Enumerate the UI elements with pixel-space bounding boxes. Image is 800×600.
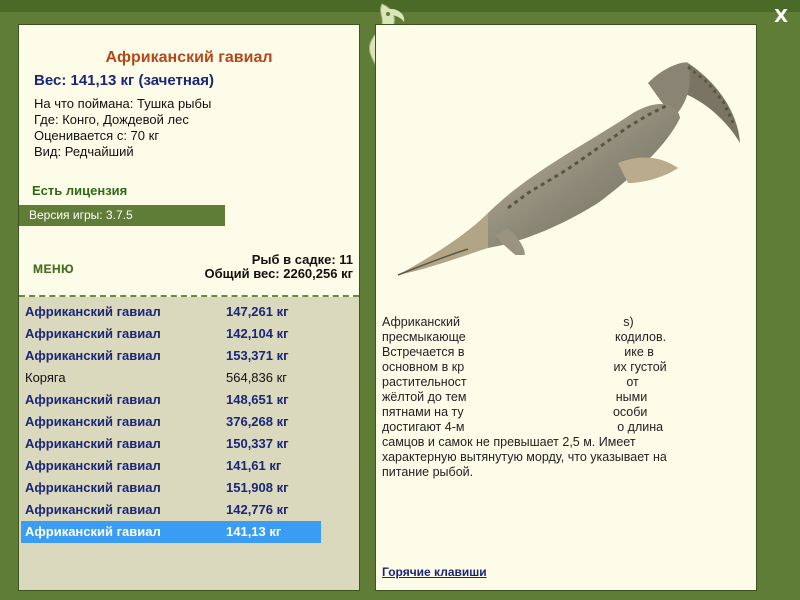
- item-name: Африканский гавиал: [25, 502, 161, 517]
- list-item[interactable]: Африканский гавиал 151,908 кг: [21, 477, 321, 499]
- fish-description: Африканский s) пресмыкающе кодилов. Встр…: [382, 315, 748, 480]
- catch-list: Африканский гавиал 147,261 кг Африканский…: [19, 297, 359, 590]
- item-weight: 141,13 кг: [226, 524, 282, 539]
- item-weight: 564,836 кг: [226, 370, 288, 385]
- fish-info-panel: Африканский s) пресмыкающе кодилов. Встр…: [375, 24, 757, 591]
- detail-species-rarity: Вид: Редчайший: [34, 144, 134, 159]
- list-item[interactable]: Африканский гавиал 148,651 кг: [21, 389, 321, 411]
- item-weight: 142,104 кг: [226, 326, 289, 341]
- item-weight: 148,651 кг: [226, 392, 289, 407]
- item-weight: 153,371 кг: [226, 348, 289, 363]
- item-weight: 376,268 кг: [226, 414, 289, 429]
- item-name: Африканский гавиал: [25, 414, 161, 429]
- description-line: Встречается в ике в: [382, 345, 654, 359]
- description-line: питание рыбой.: [382, 465, 474, 479]
- description-line: Африканский s): [382, 315, 634, 329]
- item-name: Коряга: [25, 370, 66, 385]
- list-item-selected[interactable]: Африканский гавиал 141,13 кг: [21, 521, 321, 543]
- fish-in-cage-count: Рыб в садке: 11: [251, 252, 353, 267]
- list-item[interactable]: Африканский гавиал 141,61 кг: [21, 455, 321, 477]
- item-name: Африканский гавиал: [25, 392, 161, 407]
- item-name: Африканский гавиал: [25, 348, 161, 363]
- item-weight: 141,61 кг: [226, 458, 282, 473]
- detail-bait: На что поймана: Тушка рыбы: [34, 96, 212, 111]
- list-item[interactable]: Африканский гавиал 150,337 кг: [21, 433, 321, 455]
- description-line: достигают 4-м о длина: [382, 420, 664, 434]
- description-line: самцов и самок не превышает 2,5 м. Имеет: [382, 435, 636, 449]
- game-version-bar: Версия игры: 3.7.5: [19, 205, 225, 226]
- catch-info-window: X Африканский гавиал Вес: 141,13 кг (зач…: [0, 0, 800, 600]
- fish-weight: Вес: 141,13 кг (зачетная): [34, 72, 215, 89]
- detail-value: Оценивается с: 70 кг: [34, 128, 160, 143]
- license-status: Есть лицензия: [32, 183, 128, 198]
- gharial-image: [397, 62, 748, 283]
- list-item[interactable]: Африканский гавиал 376,268 кг: [21, 411, 321, 433]
- description-line: пятнами на ту особи: [382, 405, 648, 419]
- item-name: Африканский гавиал: [25, 524, 161, 539]
- item-weight: 147,261 кг: [226, 304, 289, 319]
- description-line: растительност от: [382, 375, 639, 389]
- total-weight: Общий вес: 2260,256 кг: [204, 266, 353, 281]
- item-weight: 150,337 кг: [226, 436, 289, 451]
- fish-title: Африканский гавиал: [105, 49, 273, 66]
- list-item[interactable]: Коряга 564,836 кг: [21, 367, 321, 389]
- description-line: основном в кр их густой: [382, 360, 667, 374]
- item-name: Африканский гавиал: [25, 436, 161, 451]
- list-item[interactable]: Африканский гавиал 153,371 кг: [21, 345, 321, 367]
- list-item[interactable]: Африканский гавиал 142,776 кг: [21, 499, 321, 521]
- item-name: Африканский гавиал: [25, 480, 161, 495]
- menu-button[interactable]: МЕНЮ: [33, 262, 74, 276]
- item-name: Африканский гавиал: [25, 326, 161, 341]
- close-button[interactable]: X: [774, 6, 788, 27]
- hotkeys-link[interactable]: Горячие клавиши: [382, 565, 487, 579]
- item-name: Африканский гавиал: [25, 458, 161, 473]
- item-name: Африканский гавиал: [25, 304, 161, 319]
- description-line: характерную вытянутую морду, что указыва…: [382, 450, 667, 464]
- detail-location: Где: Конго, Дождевой лес: [34, 112, 189, 127]
- list-item[interactable]: Африканский гавиал 147,261 кг: [21, 301, 321, 323]
- item-weight: 142,776 кг: [226, 502, 289, 517]
- description-line: жёлтой до тем ными: [382, 390, 648, 404]
- list-item[interactable]: Африканский гавиал 142,104 кг: [21, 323, 321, 345]
- fish-details-panel: Африканский гавиал Вес: 141,13 кг (зачет…: [18, 24, 360, 591]
- item-weight: 151,908 кг: [226, 480, 289, 495]
- description-line: пресмыкающе кодилов.: [382, 330, 667, 344]
